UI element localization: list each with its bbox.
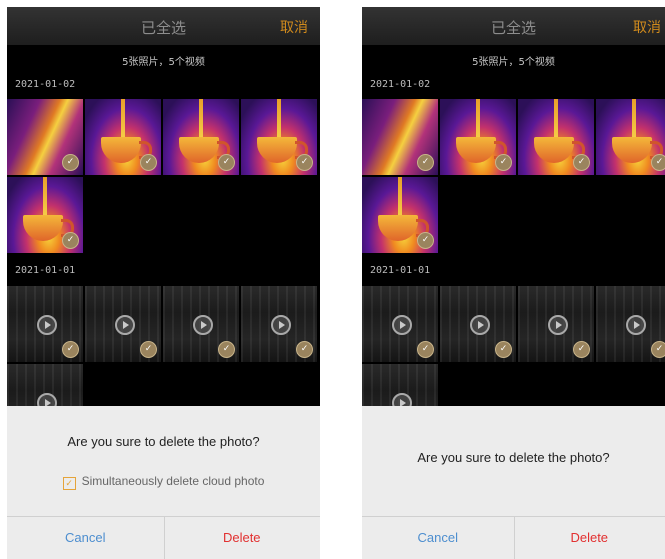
- play-icon: [115, 315, 135, 335]
- video-thumbnail[interactable]: ✓: [163, 286, 239, 362]
- date-header: 2021-01-01: [15, 265, 76, 276]
- top-bar: 已全选 取消: [7, 7, 320, 45]
- date-header: 2021-01-02: [15, 79, 76, 90]
- play-icon: [470, 315, 490, 335]
- play-icon: [392, 315, 412, 335]
- check-icon: ✓: [140, 154, 157, 171]
- check-icon: ✓: [62, 341, 79, 358]
- play-icon: [193, 315, 213, 335]
- cancel-button[interactable]: Cancel: [362, 517, 515, 559]
- check-icon: ✓: [62, 232, 79, 249]
- play-icon: [548, 315, 568, 335]
- phone-screen-right: 已全选 取消 5张照片，5个视频 2021-01-02 ✓ ✓ ✓ ✓ ✓ 20…: [362, 7, 665, 559]
- date-header: 2021-01-02: [370, 79, 431, 90]
- phone-screen-left: 已全选 取消 5张照片，5个视频 2021-01-02 ✓ ✓ ✓ ✓ ✓ 20…: [7, 7, 320, 559]
- photo-thumbnail[interactable]: ✓: [362, 177, 438, 253]
- cancel-selection-button[interactable]: 取消: [633, 17, 661, 37]
- cloud-delete-label: Simultaneously delete cloud photo: [81, 474, 265, 488]
- check-icon: ✓: [218, 154, 235, 171]
- play-icon: [271, 315, 291, 335]
- check-icon: ✓: [573, 341, 590, 358]
- dialog-question: Are you sure to delete the photo?: [417, 450, 610, 465]
- delete-button[interactable]: Delete: [514, 517, 665, 559]
- photo-thumbnail[interactable]: ✓: [163, 99, 239, 175]
- cancel-button[interactable]: Cancel: [7, 517, 165, 559]
- photo-thumbnail[interactable]: ✓: [518, 99, 594, 175]
- photo-thumbnail[interactable]: ✓: [241, 99, 317, 175]
- check-icon: ✓: [140, 341, 157, 358]
- check-icon: ✓: [573, 154, 590, 171]
- video-thumbnail[interactable]: ✓: [241, 286, 317, 362]
- cloud-delete-checkbox[interactable]: ✓: [62, 477, 76, 490]
- selection-count: 5张照片，5个视频: [122, 57, 205, 68]
- video-thumbnail[interactable]: ✓: [85, 286, 161, 362]
- top-bar: 已全选 取消: [362, 7, 665, 45]
- check-icon: ✓: [296, 341, 313, 358]
- photo-thumbnail[interactable]: ✓: [7, 177, 83, 253]
- video-thumbnail[interactable]: ✓: [518, 286, 594, 362]
- video-thumbnail[interactable]: ✓: [7, 286, 83, 362]
- check-icon: ✓: [651, 154, 665, 171]
- check-icon: ✓: [296, 154, 313, 171]
- check-icon: ✓: [218, 341, 235, 358]
- photo-thumbnail[interactable]: ✓: [362, 99, 438, 175]
- selection-count: 5张照片，5个视频: [472, 57, 555, 68]
- page-title: 已全选: [140, 19, 186, 37]
- check-icon: ✓: [651, 341, 665, 358]
- delete-button[interactable]: Delete: [164, 517, 321, 559]
- video-thumbnail[interactable]: ✓: [440, 286, 516, 362]
- delete-confirm-dialog: Are you sure to delete the photo? ✓ Simul…: [7, 406, 320, 559]
- video-thumbnail[interactable]: ✓: [596, 286, 665, 362]
- cloud-delete-option[interactable]: ✓ Simultaneously delete cloud photo: [7, 474, 320, 490]
- date-header: 2021-01-01: [370, 265, 431, 276]
- page-title: 已全选: [490, 19, 536, 37]
- video-thumbnail[interactable]: ✓: [362, 286, 438, 362]
- check-icon: ✓: [495, 154, 512, 171]
- photo-thumbnail[interactable]: ✓: [7, 99, 83, 175]
- check-icon: ✓: [417, 154, 434, 171]
- check-icon: ✓: [417, 341, 434, 358]
- play-icon: [626, 315, 646, 335]
- cancel-selection-button[interactable]: 取消: [280, 17, 308, 37]
- dialog-question: Are you sure to delete the photo?: [67, 434, 260, 449]
- check-icon: ✓: [62, 154, 79, 171]
- check-icon: ✓: [417, 232, 434, 249]
- photo-thumbnail[interactable]: ✓: [85, 99, 161, 175]
- photo-thumbnail[interactable]: ✓: [596, 99, 665, 175]
- dialog-buttons: Cancel Delete: [7, 516, 320, 559]
- check-icon: ✓: [495, 341, 512, 358]
- play-icon: [37, 315, 57, 335]
- photo-thumbnail[interactable]: ✓: [440, 99, 516, 175]
- dialog-buttons: Cancel Delete: [362, 516, 665, 559]
- delete-confirm-dialog: Are you sure to delete the photo? Cancel…: [362, 406, 665, 559]
